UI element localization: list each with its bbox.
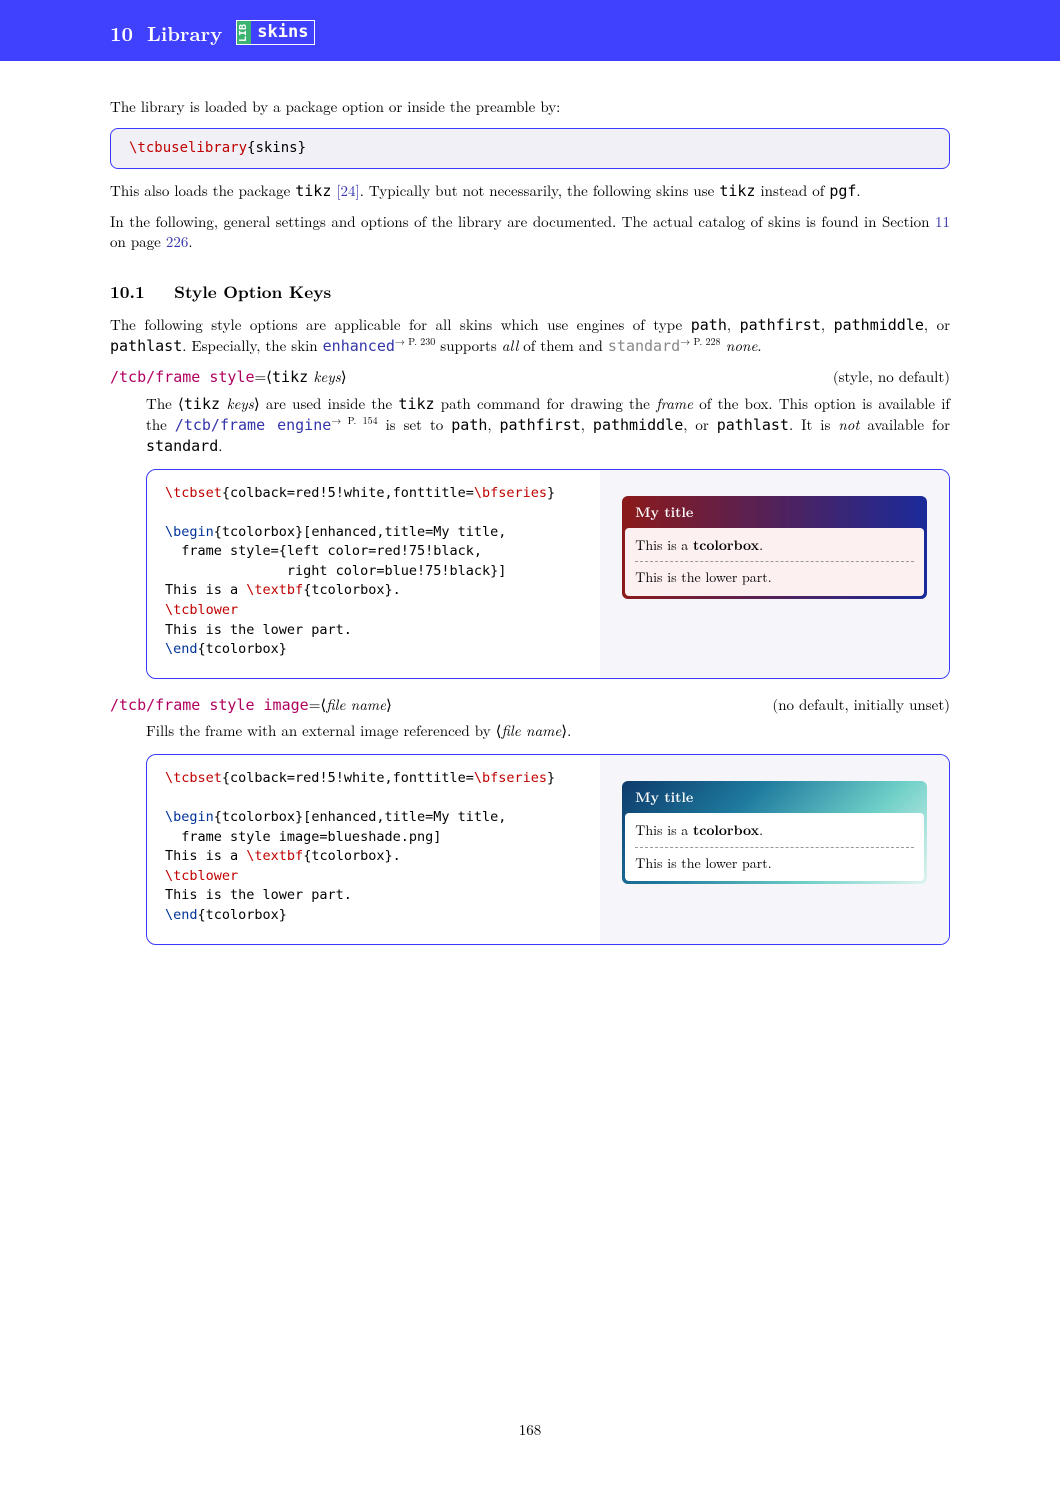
key2-description: Fills the frame with an external image r… [146, 721, 950, 742]
section-ref[interactable]: 11 [935, 211, 950, 232]
section-number: 10 [110, 18, 133, 47]
page-ref[interactable]: 226 [166, 231, 189, 252]
tcolorbox-image: My title This is a tcolorbox. This is th… [622, 781, 927, 884]
intro-line: The library is loaded by a package optio… [110, 97, 950, 118]
frame-engine-ref[interactable]: /tcb/frame engine [175, 416, 331, 434]
intro-p3: In the following, general settings and o… [110, 212, 950, 253]
library-badge: LIB skins [236, 20, 315, 45]
key1-description: The ⟨tikz keys⟩ are used inside the tikz… [146, 394, 950, 457]
key-type: (style, no default) [833, 367, 950, 388]
library-badge-left: LIB [237, 21, 251, 44]
tcb-title: My title [625, 784, 924, 813]
tcb-separator [635, 847, 914, 848]
tcb-title: My title [625, 499, 924, 528]
code-cmd: \tcbuselibrary [129, 140, 247, 156]
tcb-body: This is a tcolorbox. This is the lower p… [625, 813, 924, 881]
library-badge-right: skins [251, 21, 314, 44]
key-name: /tcb/frame style [110, 368, 255, 386]
key-type: (no default, initially unset) [772, 695, 950, 716]
example-2-code: \tcbset{colback=red!5!white,fonttitle=\b… [147, 755, 600, 944]
subsection-intro: The following style options are applicab… [110, 315, 950, 357]
code-load-library: \tcbuselibrary{skins} [110, 128, 950, 169]
subsection-heading: 10.1 Style Option Keys [110, 281, 950, 304]
key-name: /tcb/frame style image [110, 696, 309, 714]
tcolorbox-gradient: My title This is a tcolorbox. This is th… [622, 496, 927, 599]
example-1-output: My title This is a tcolorbox. This is th… [600, 470, 949, 678]
key-frame-style: /tcb/frame style=⟨tikz keys⟩ (style, no … [110, 367, 950, 388]
section-title: Library [147, 18, 222, 47]
standard-pageref: → P. 228 [680, 334, 720, 348]
enhanced-pageref: → P. 230 [395, 334, 435, 348]
code-arg: {skins} [247, 140, 306, 156]
citation-link[interactable]: [24] [331, 180, 359, 201]
key-frame-style-image: /tcb/frame style image=⟨file name⟩ (no d… [110, 695, 950, 716]
intro-p2: This also loads the package tikz [24]. T… [110, 181, 950, 202]
tcb-body: This is a tcolorbox. This is the lower p… [625, 528, 924, 596]
example-1-code: \tcbset{colback=red!5!white,fonttitle=\b… [147, 470, 600, 678]
example-2-output: My title This is a tcolorbox. This is th… [600, 755, 949, 944]
section-header: 10 Library LIB skins [0, 0, 1060, 61]
page-number: 168 [0, 1419, 1060, 1440]
tcb-separator [635, 561, 914, 562]
enhanced-ref[interactable]: enhanced [323, 337, 395, 355]
standard-ref[interactable]: standard [608, 337, 680, 355]
example-1: \tcbset{colback=red!5!white,fonttitle=\b… [146, 469, 950, 679]
example-2: \tcbset{colback=red!5!white,fonttitle=\b… [146, 754, 950, 945]
